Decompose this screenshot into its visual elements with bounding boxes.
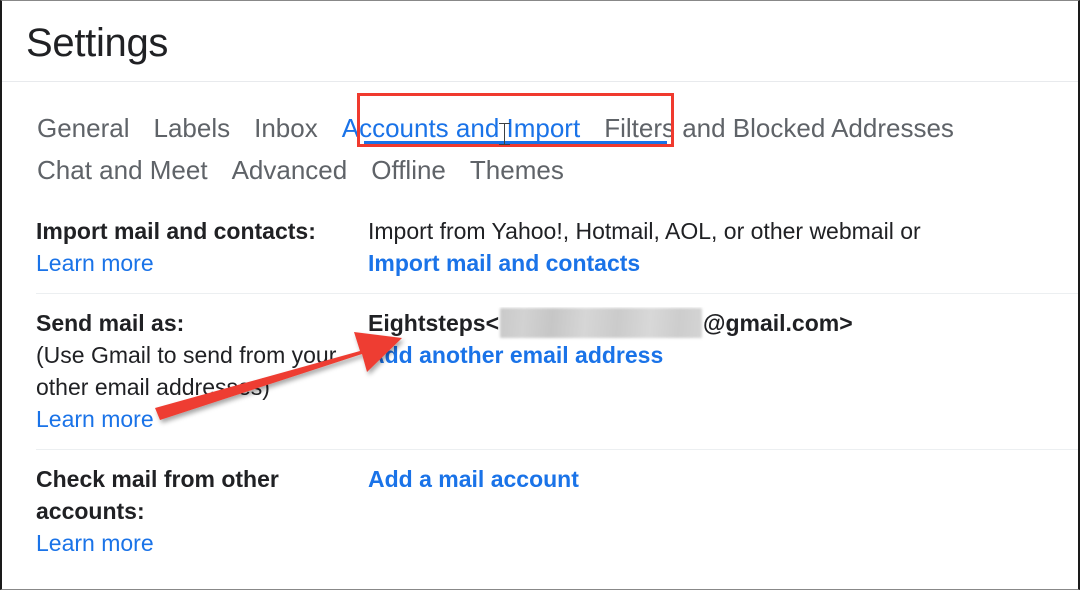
row-label-send-mail-as: Send mail as: (Use Gmail to send from yo…: [2, 307, 368, 435]
sender-open-bracket: <: [485, 310, 500, 336]
sender-address-line: Eightsteps< @gmail.com>: [368, 307, 1078, 339]
learn-more-link-check-mail[interactable]: Learn more: [36, 527, 154, 559]
row-value-send-mail-as: Eightsteps< @gmail.com> Add another email…: [368, 307, 1078, 371]
settings-tab-row-2: Chat and Meet Advanced Offline Themes: [2, 145, 1078, 195]
import-description: Import from Yahoo!, Hotmail, AOL, or oth…: [368, 218, 921, 244]
row-label-text: Check mail from other accounts:: [36, 466, 279, 524]
row-label-text: Send mail as:: [36, 310, 185, 336]
row-label-text: Import mail and contacts:: [36, 218, 316, 244]
sender-domain: @gmail.com>: [703, 310, 853, 336]
settings-row-send-mail-as: Send mail as: (Use Gmail to send from yo…: [2, 293, 1078, 449]
learn-more-link-send-mail-as[interactable]: Learn more: [36, 403, 154, 435]
settings-content: Import mail and contacts: Learn more Imp…: [2, 201, 1078, 573]
redacted-email-username: [500, 308, 703, 338]
settings-tab-row-1: General Labels Inbox Accounts and Import…: [2, 89, 1078, 145]
tab-advanced[interactable]: Advanced: [231, 153, 349, 187]
row-value-import: Import from Yahoo!, Hotmail, AOL, or oth…: [368, 215, 1078, 279]
add-another-email-address-link[interactable]: Add another email address: [368, 339, 663, 371]
row-label-import: Import mail and contacts: Learn more: [2, 215, 368, 279]
text-cursor-icon: [499, 123, 510, 145]
tab-accounts-and-import[interactable]: Accounts and Import: [341, 111, 581, 145]
settings-row-import-mail-and-contacts: Import mail and contacts: Learn more Imp…: [2, 201, 1078, 293]
import-mail-and-contacts-link[interactable]: Import mail and contacts: [368, 247, 640, 279]
tab-labels[interactable]: Labels: [153, 111, 232, 145]
tab-themes[interactable]: Themes: [469, 153, 565, 187]
title-divider: [2, 81, 1078, 82]
row-label-check-mail: Check mail from other accounts: Learn mo…: [2, 463, 368, 559]
sender-display-name: Eightsteps: [368, 310, 486, 336]
tab-chat-and-meet[interactable]: Chat and Meet: [36, 153, 209, 187]
settings-row-check-mail-from-other-accounts: Check mail from other accounts: Learn mo…: [2, 449, 1078, 573]
tab-inbox[interactable]: Inbox: [253, 111, 319, 145]
add-a-mail-account-link[interactable]: Add a mail account: [368, 463, 579, 495]
row-value-check-mail: Add a mail account: [368, 463, 1078, 495]
page-title: Settings: [26, 21, 169, 65]
active-tab-underline: [364, 141, 667, 144]
tab-filters-and-blocked-addresses[interactable]: Filters and Blocked Addresses: [603, 111, 955, 145]
gmail-settings-screenshot: Settings General Labels Inbox Accounts a…: [0, 0, 1080, 590]
row-note-send-mail-as: (Use Gmail to send from your other email…: [36, 342, 337, 400]
learn-more-link-import[interactable]: Learn more: [36, 247, 154, 279]
tab-offline[interactable]: Offline: [370, 153, 447, 187]
tab-general[interactable]: General: [36, 111, 131, 145]
